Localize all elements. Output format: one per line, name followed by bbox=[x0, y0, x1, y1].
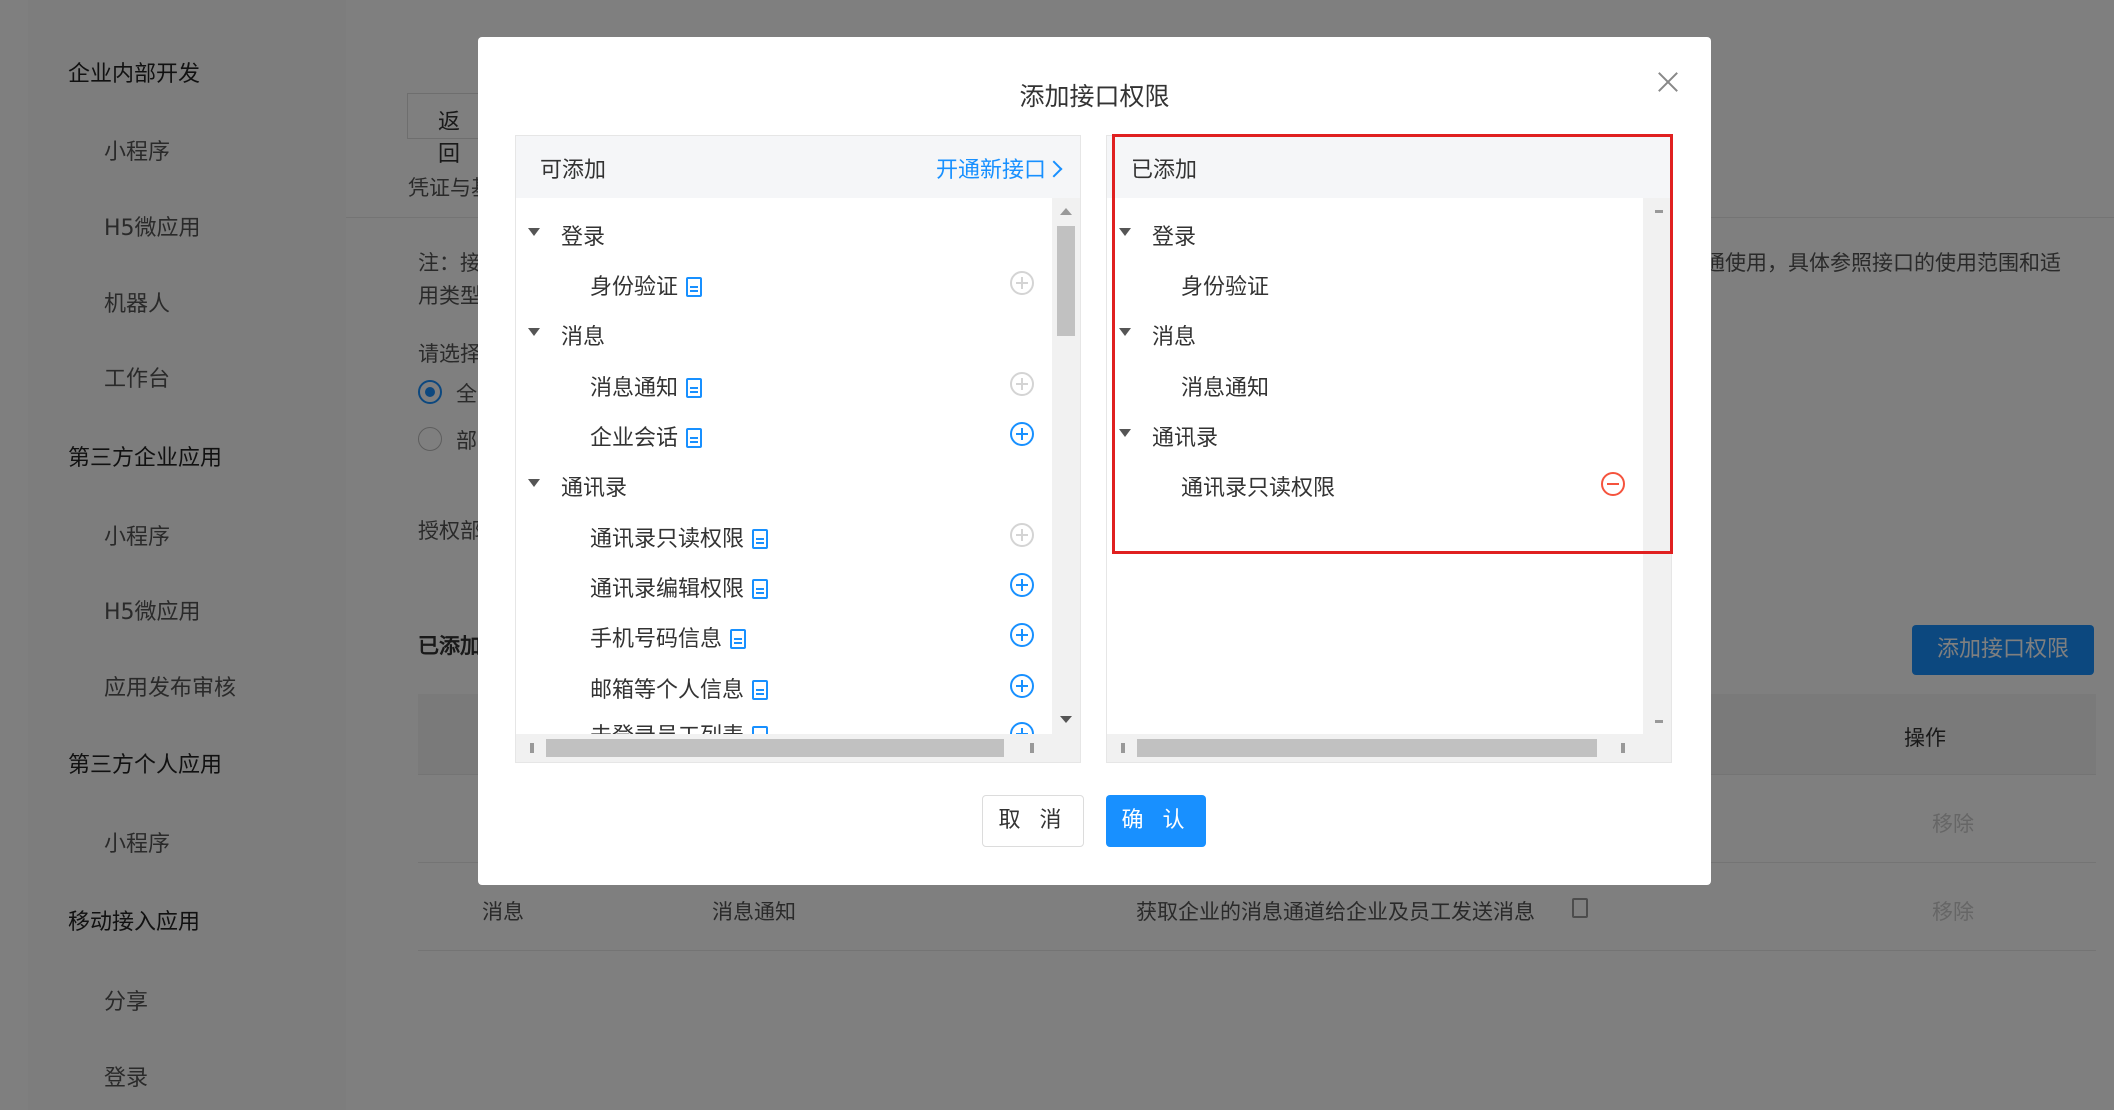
tree-leaf-label: 消息通知 bbox=[1181, 376, 1270, 401]
vertical-scrollbar[interactable] bbox=[1052, 198, 1080, 736]
scroll-left-icon[interactable] bbox=[530, 743, 534, 753]
close-icon[interactable] bbox=[1653, 67, 1683, 97]
open-new-api-link[interactable]: 开通新接口 bbox=[935, 152, 1063, 184]
tree-leaf-label: 通讯录只读权限 bbox=[590, 527, 745, 552]
tree-leaf-auth[interactable]: 身份验证 bbox=[1107, 263, 1637, 303]
tree-node-label: 消息 bbox=[561, 325, 606, 350]
tree-node-message[interactable]: 消息 bbox=[516, 313, 1046, 353]
caret-down-icon[interactable] bbox=[1119, 228, 1131, 236]
tree-leaf-label: 消息通知 bbox=[590, 376, 679, 401]
add-icon[interactable] bbox=[1010, 271, 1034, 295]
cancel-button[interactable]: 取 消 bbox=[982, 795, 1084, 847]
caret-down-icon[interactable] bbox=[528, 228, 540, 236]
doc-icon[interactable] bbox=[686, 428, 703, 448]
dialog-title: 添加接口权限 bbox=[1019, 82, 1170, 111]
tree-leaf-contacts-edit[interactable]: 通讯录编辑权限 bbox=[516, 565, 1046, 605]
tree-leaf-label: 邮箱等个人信息 bbox=[590, 678, 745, 703]
tree-leaf-label: 手机号码信息 bbox=[590, 627, 723, 652]
added-panel-title: 已添加 bbox=[1131, 158, 1198, 183]
added-panel-header: 已添加 bbox=[1107, 136, 1671, 198]
tree-leaf-label: 通讯录编辑权限 bbox=[590, 577, 745, 602]
tree-leaf-ent-chat[interactable]: 企业会话 bbox=[516, 414, 1046, 454]
tree-leaf-unlogged[interactable]: 未登录员工列表 bbox=[516, 710, 1046, 736]
doc-icon[interactable] bbox=[752, 579, 769, 599]
scroll-left-icon[interactable] bbox=[1121, 743, 1125, 753]
add-icon[interactable] bbox=[1010, 674, 1034, 698]
available-panel: 可添加 开通新接口 登录 身份验证 消息 消息通知 企业会话 通讯录 通讯录只读… bbox=[515, 135, 1081, 763]
scrollbar-thumb[interactable] bbox=[1057, 226, 1075, 336]
tree-leaf-contacts-read[interactable]: 通讯录只读权限 bbox=[516, 515, 1046, 555]
tree-leaf-label: 企业会话 bbox=[590, 426, 679, 451]
scroll-right-icon[interactable] bbox=[1030, 743, 1034, 753]
doc-icon[interactable] bbox=[752, 680, 769, 700]
doc-icon[interactable] bbox=[686, 378, 703, 398]
horizontal-scrollbar[interactable] bbox=[1107, 734, 1671, 762]
tree-node-contacts[interactable]: 通讯录 bbox=[516, 464, 1046, 504]
tree-leaf-phone[interactable]: 手机号码信息 bbox=[516, 615, 1046, 655]
scroll-up-icon[interactable] bbox=[1655, 210, 1663, 213]
chevron-right-icon bbox=[1045, 160, 1063, 178]
vertical-scrollbar[interactable] bbox=[1643, 198, 1671, 736]
caret-down-icon[interactable] bbox=[1119, 429, 1131, 437]
add-icon[interactable] bbox=[1010, 422, 1034, 446]
doc-icon[interactable] bbox=[730, 629, 747, 649]
scroll-right-icon[interactable] bbox=[1621, 743, 1625, 753]
tree-node-login[interactable]: 登录 bbox=[516, 213, 1046, 253]
confirm-button[interactable]: 确 认 bbox=[1106, 795, 1206, 847]
add-icon[interactable] bbox=[1010, 523, 1034, 547]
doc-icon[interactable] bbox=[752, 529, 769, 549]
caret-down-icon[interactable] bbox=[528, 479, 540, 487]
scroll-up-icon[interactable] bbox=[1060, 208, 1072, 215]
tree-leaf-label: 身份验证 bbox=[590, 275, 679, 300]
caret-down-icon[interactable] bbox=[1119, 328, 1131, 336]
tree-node-login[interactable]: 登录 bbox=[1107, 213, 1637, 253]
doc-icon[interactable] bbox=[686, 277, 703, 297]
add-permission-dialog: 添加接口权限 可添加 开通新接口 登录 身份验证 消息 消息通知 企业会话 通讯… bbox=[478, 37, 1711, 885]
caret-down-icon[interactable] bbox=[528, 328, 540, 336]
tree-node-label: 消息 bbox=[1152, 325, 1197, 350]
add-icon[interactable] bbox=[1010, 623, 1034, 647]
horizontal-scrollbar[interactable] bbox=[516, 734, 1080, 762]
scrollbar-thumb[interactable] bbox=[546, 739, 1004, 757]
tree-node-label: 通讯录 bbox=[1152, 426, 1219, 451]
tree-leaf-auth[interactable]: 身份验证 bbox=[516, 263, 1046, 303]
scrollbar-thumb[interactable] bbox=[1137, 739, 1597, 757]
tree-node-message[interactable]: 消息 bbox=[1107, 313, 1637, 353]
tree-node-label: 登录 bbox=[561, 225, 606, 250]
tree-node-label: 通讯录 bbox=[561, 476, 628, 501]
tree-leaf-label: 通讯录只读权限 bbox=[1181, 476, 1336, 501]
tree-leaf-contacts-read[interactable]: 通讯录只读权限 bbox=[1107, 464, 1637, 504]
tree-leaf-msg-notify[interactable]: 消息通知 bbox=[516, 364, 1046, 404]
open-new-api-label: 开通新接口 bbox=[935, 158, 1046, 183]
available-panel-header: 可添加 开通新接口 bbox=[516, 136, 1080, 198]
tree-node-contacts[interactable]: 通讯录 bbox=[1107, 414, 1637, 454]
scroll-down-icon[interactable] bbox=[1060, 716, 1072, 723]
add-icon[interactable] bbox=[1010, 573, 1034, 597]
scroll-down-icon[interactable] bbox=[1655, 720, 1663, 723]
tree-leaf-msg-notify[interactable]: 消息通知 bbox=[1107, 364, 1637, 404]
add-icon[interactable] bbox=[1010, 372, 1034, 396]
remove-icon[interactable] bbox=[1601, 472, 1625, 496]
available-panel-title: 可添加 bbox=[540, 158, 607, 183]
added-panel: 已添加 登录 身份验证 消息 消息通知 通讯录 通讯录只读权限 bbox=[1106, 135, 1672, 763]
tree-leaf-email[interactable]: 邮箱等个人信息 bbox=[516, 666, 1046, 706]
tree-leaf-label: 身份验证 bbox=[1181, 275, 1270, 300]
tree-node-label: 登录 bbox=[1152, 225, 1197, 250]
